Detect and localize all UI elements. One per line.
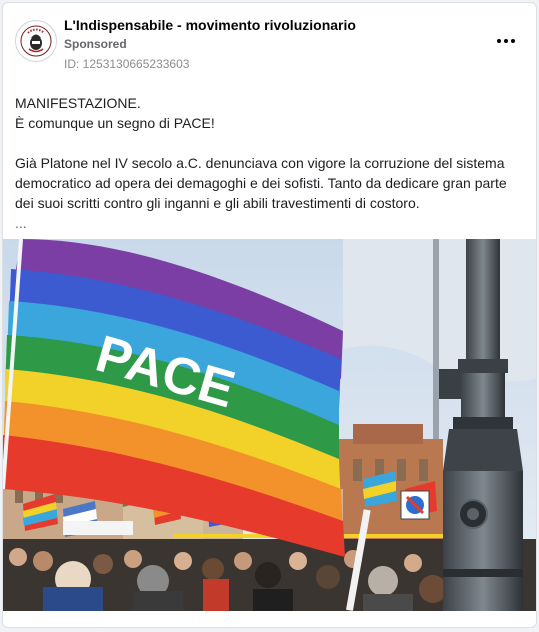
post-text-line: Già Platone nel IV secolo a.C. denunciav… — [15, 155, 505, 171]
page-avatar[interactable] — [15, 20, 57, 62]
more-horizontal-icon — [497, 39, 515, 43]
post-text-line: dei suoi scritti contro gli inganni e gl… — [15, 195, 420, 211]
more-options-button[interactable] — [494, 29, 518, 53]
sponsored-label[interactable]: Sponsored — [64, 37, 127, 51]
see-more-link[interactable]: ... — [15, 215, 27, 231]
page-name[interactable]: L'Indispensabile - movimento rivoluziona… — [64, 17, 356, 33]
peace-flag-photo: PACE — [3, 239, 536, 611]
post-image[interactable]: PACE — [3, 239, 536, 611]
page-logo-icon — [20, 25, 52, 57]
post-text-line: MANIFESTAZIONE. — [15, 95, 141, 111]
post-id: ID: 1253130665233603 — [64, 57, 190, 71]
post-card: L'Indispensabile - movimento rivoluziona… — [2, 2, 537, 628]
post-text-line: È comunque un segno di PACE! — [15, 115, 215, 131]
post-header: L'Indispensabile - movimento rivoluziona… — [3, 3, 536, 83]
post-text-line: democratico ad opera dei demagoghi e dei… — [15, 175, 507, 191]
post-text: MANIFESTAZIONE. È comunque un segno di P… — [15, 93, 525, 233]
